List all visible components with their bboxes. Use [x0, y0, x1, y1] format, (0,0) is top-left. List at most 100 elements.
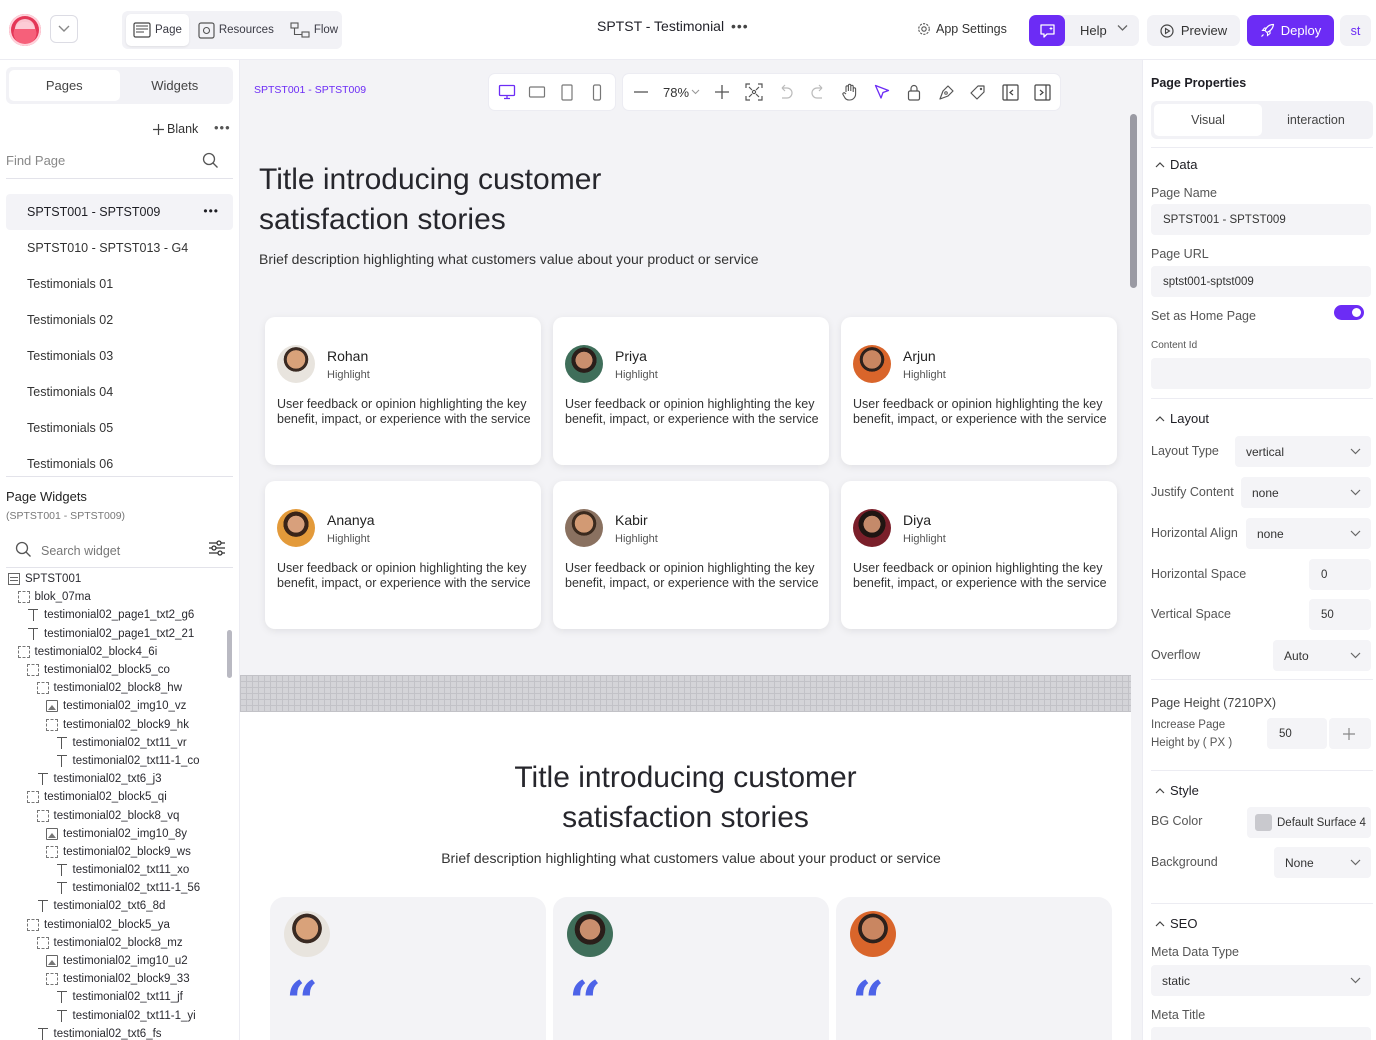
layout-type-select[interactable]: vertical	[1235, 436, 1371, 467]
layout-section-toggle[interactable]: Layout	[1155, 411, 1209, 426]
app-switcher-button[interactable]	[50, 15, 78, 43]
section-description[interactable]: Brief description highlighting what cust…	[259, 251, 759, 267]
mode-resources-tab[interactable]: Resources	[191, 14, 281, 46]
widget-tree-node[interactable]: testimonial02_block8_hw	[6, 679, 226, 697]
widget-tree-node[interactable]: testimonial02_img10_8y	[6, 825, 226, 843]
reviewer-name[interactable]: Kabir	[615, 512, 648, 528]
page-list-item[interactable]: Testimonials 03	[6, 338, 233, 374]
tree-scrollbar[interactable]	[227, 630, 232, 678]
reviewer-highlight[interactable]: Highlight	[903, 533, 946, 545]
widget-tree-node[interactable]: testimonial02_txt6_fs	[6, 1025, 226, 1040]
widget-tree-node[interactable]: SPTST001	[6, 570, 226, 588]
app-logo[interactable]	[9, 14, 41, 46]
page-list-item[interactable]: Testimonials 02	[6, 302, 233, 338]
avatar[interactable]	[277, 509, 315, 547]
pen-tool-icon[interactable]	[936, 82, 956, 102]
feedback-text[interactable]: User feedback or opinion highlighting th…	[853, 397, 1109, 426]
increase-height-button[interactable]	[1329, 718, 1371, 749]
quote-card[interactable]: “	[270, 897, 546, 1040]
widget-tree-node[interactable]: testimonial02_img10_vz	[6, 697, 226, 715]
section-title[interactable]: Title introducing customer satisfaction …	[259, 160, 699, 240]
desktop-icon[interactable]	[497, 82, 517, 102]
tab-pages[interactable]: Pages	[9, 70, 120, 101]
reviewer-name[interactable]: Ananya	[327, 512, 374, 528]
reviewer-highlight[interactable]: Highlight	[615, 533, 658, 545]
testimonial-card[interactable]: Ananya Highlight User feedback or opinio…	[265, 481, 541, 629]
undo-icon[interactable]	[776, 82, 796, 102]
page-item-more-button[interactable]: •••	[203, 204, 219, 218]
avatar[interactable]	[850, 911, 896, 957]
section-title[interactable]: Title introducing customer satisfaction …	[240, 758, 1131, 838]
user-avatar[interactable]: st	[1340, 15, 1371, 46]
vertical-space-field[interactable]: 50	[1309, 599, 1371, 630]
avatar[interactable]	[284, 911, 330, 957]
reviewer-name[interactable]: Arjun	[903, 348, 936, 364]
widget-tree-node[interactable]: testimonial02_page1_txt2_21	[6, 625, 226, 643]
widget-tree-node[interactable]: testimonial02_block8_vq	[6, 806, 226, 824]
title-menu-button[interactable]: •••	[731, 18, 749, 34]
widget-tree-node[interactable]: testimonial02_block5_co	[6, 661, 226, 679]
widget-tree-node[interactable]: testimonial02_block9_hk	[6, 716, 226, 734]
widget-tree-node[interactable]: testimonial02_txt11_jf	[6, 988, 226, 1006]
quote-card[interactable]: “	[553, 897, 829, 1040]
widget-tree-node[interactable]: testimonial02_txt6_j3	[6, 770, 226, 788]
testimonial-card[interactable]: Arjun Highlight User feedback or opinion…	[841, 317, 1117, 465]
reviewer-highlight[interactable]: Highlight	[327, 533, 370, 545]
widget-tree-node[interactable]: testimonial02_txt11-1_co	[6, 752, 226, 770]
page-list-item[interactable]: Testimonials 05	[6, 410, 233, 446]
laptop-icon[interactable]	[527, 82, 547, 102]
feedback-text[interactable]: User feedback or opinion highlighting th…	[853, 561, 1109, 590]
section-description[interactable]: Brief description highlighting what cust…	[240, 850, 1142, 866]
filter-sliders-icon[interactable]	[208, 540, 226, 556]
horizontal-space-field[interactable]: 0	[1309, 559, 1371, 590]
find-page-input[interactable]: Find Page	[6, 153, 222, 168]
tag-icon[interactable]	[968, 82, 988, 102]
reviewer-name[interactable]: Priya	[615, 348, 647, 364]
testimonial-section-1[interactable]: Title introducing customer satisfaction …	[240, 120, 1131, 675]
tablet-icon[interactable]	[557, 82, 577, 102]
widget-tree-node[interactable]: testimonial02_block5_ya	[6, 916, 226, 934]
avatar[interactable]	[565, 509, 603, 547]
bg-color-picker[interactable]: Default Surface 4	[1247, 807, 1371, 838]
testimonial-card[interactable]: Rohan Highlight User feedback or opinion…	[265, 317, 541, 465]
feedback-button[interactable]	[1029, 15, 1065, 46]
search-widget-input[interactable]: Search widget	[41, 544, 120, 558]
reviewer-name[interactable]: Rohan	[327, 348, 368, 364]
reviewer-name[interactable]: Diya	[903, 512, 931, 528]
feedback-text[interactable]: User feedback or opinion highlighting th…	[277, 561, 533, 590]
zoom-select[interactable]: 78%	[663, 85, 700, 100]
widget-tree-node[interactable]: testimonial02_block8_mz	[6, 934, 226, 952]
mode-flow-tab[interactable]: Flow	[283, 14, 345, 46]
widget-tree-node[interactable]: testimonial02_block4_6i	[6, 643, 226, 661]
hand-pan-icon[interactable]	[840, 82, 860, 102]
tab-widgets[interactable]: Widgets	[120, 70, 231, 101]
widget-tree-node[interactable]: testimonial02_txt11-1_56	[6, 879, 226, 897]
collapse-left-panel-icon[interactable]	[1000, 82, 1020, 102]
help-button[interactable]: Help	[1080, 23, 1107, 38]
seo-section-toggle[interactable]: SEO	[1155, 916, 1197, 931]
widget-tree-node[interactable]: testimonial02_txt11-1_yi	[6, 1007, 226, 1025]
reviewer-highlight[interactable]: Highlight	[615, 369, 658, 381]
avatar[interactable]	[565, 345, 603, 383]
widget-tree-node[interactable]: testimonial02_block9_33	[6, 970, 226, 988]
testimonial-card[interactable]: Kabir Highlight User feedback or opinion…	[553, 481, 829, 629]
overflow-select[interactable]: Auto	[1273, 640, 1371, 671]
reviewer-highlight[interactable]: Highlight	[903, 369, 946, 381]
content-id-field[interactable]	[1151, 358, 1371, 389]
app-settings-button[interactable]: App Settings	[917, 22, 1007, 36]
page-name-field[interactable]: SPTST001 - SPTST009	[1151, 204, 1371, 235]
page-list-item[interactable]: SPTST010 - SPTST013 - G4	[6, 230, 233, 266]
zoom-in-icon[interactable]	[712, 82, 732, 102]
increase-height-field[interactable]: 50	[1267, 718, 1327, 749]
redo-icon[interactable]	[808, 82, 828, 102]
widget-tree-node[interactable]: testimonial02_img10_u2	[6, 952, 226, 970]
avatar[interactable]	[567, 911, 613, 957]
search-icon[interactable]	[202, 152, 219, 169]
testimonial-section-2[interactable]: Title introducing customer satisfaction …	[240, 712, 1131, 1040]
feedback-text[interactable]: User feedback or opinion highlighting th…	[277, 397, 533, 426]
deploy-button[interactable]: Deploy	[1247, 15, 1334, 46]
tab-interaction[interactable]: interaction	[1262, 104, 1370, 136]
justify-content-select[interactable]: none	[1241, 477, 1371, 508]
widget-tree-node[interactable]: testimonial02_block9_ws	[6, 843, 226, 861]
page-list-item[interactable]: Testimonials 06	[6, 446, 233, 472]
